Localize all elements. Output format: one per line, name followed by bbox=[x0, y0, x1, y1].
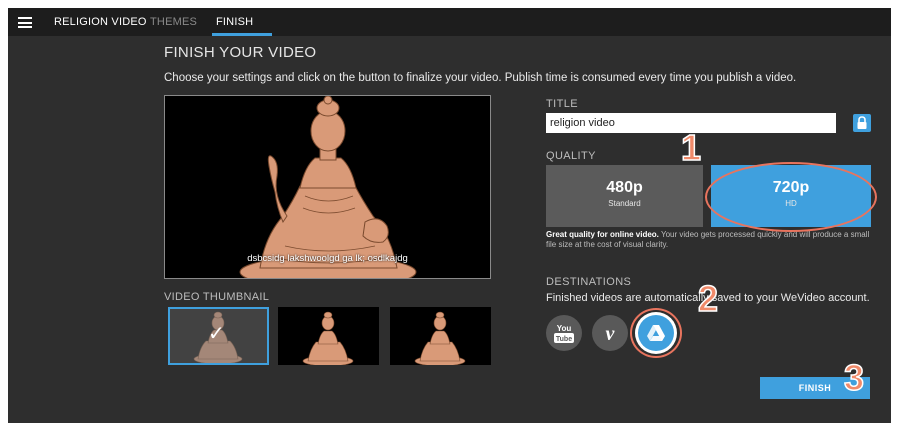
quality-description: Great quality for online video. Your vid… bbox=[546, 230, 876, 250]
tab-themes[interactable]: THEMES bbox=[150, 8, 197, 36]
annotation-number-2: 2 bbox=[697, 278, 719, 319]
thumbnail-option-2[interactable] bbox=[278, 307, 379, 365]
quality-label: QUALITY bbox=[546, 150, 596, 162]
vimeo-logo: v bbox=[606, 323, 616, 345]
thumbnail-option-3[interactable] bbox=[390, 307, 491, 365]
project-name[interactable]: RELIGION VIDEO bbox=[54, 8, 147, 36]
annotation-number-3: 3 bbox=[843, 357, 865, 398]
quality-480p-button[interactable]: 480p Standard bbox=[546, 165, 703, 227]
video-preview[interactable]: dsbcsidg lakshwoolgd ga lk; osdlkajdg bbox=[164, 95, 491, 279]
annotation-circle-quality bbox=[705, 162, 877, 232]
quality-480p-sublabel: Standard bbox=[608, 199, 641, 208]
page-description: Choose your settings and click on the bu… bbox=[164, 72, 797, 84]
top-navigation-bar: RELIGION VIDEO THEMES FINISH bbox=[8, 8, 891, 36]
buddha-image bbox=[239, 96, 417, 278]
video-caption: dsbcsidg lakshwoolgd ga lk; osdlkajdg bbox=[247, 253, 408, 264]
title-label: TITLE bbox=[546, 98, 578, 110]
destinations-label: DESTINATIONS bbox=[546, 276, 632, 288]
annotation-number-1: 1 bbox=[680, 127, 702, 168]
quality-description-bold: Great quality for online video. bbox=[546, 230, 659, 239]
lock-icon bbox=[857, 116, 867, 129]
vimeo-icon[interactable]: v bbox=[592, 315, 628, 351]
hamburger-menu-icon[interactable] bbox=[18, 17, 32, 28]
annotation-circle-drive bbox=[630, 308, 682, 358]
page-title: FINISH YOUR VIDEO bbox=[164, 44, 317, 61]
app-window: RELIGION VIDEO THEMES FINISH FINISH YOUR… bbox=[0, 0, 899, 423]
tab-finish[interactable]: FINISH bbox=[216, 8, 253, 36]
checkmark-icon: ✓ bbox=[208, 323, 225, 345]
thumbnail-option-1[interactable]: ✓ bbox=[168, 307, 269, 365]
youtube-text-top: You bbox=[557, 324, 572, 333]
vimeo-text: v bbox=[606, 323, 616, 345]
thumbnail-image bbox=[414, 311, 466, 365]
lock-button[interactable] bbox=[853, 114, 871, 132]
video-thumbnail-label: VIDEO THUMBNAIL bbox=[164, 291, 270, 303]
thumbnail-image bbox=[302, 311, 354, 365]
quality-480p-label: 480p bbox=[606, 179, 643, 196]
youtube-text-bottom: Tube bbox=[556, 336, 572, 343]
finish-panel: FINISH YOUR VIDEO Choose your settings a… bbox=[8, 36, 891, 423]
youtube-icon[interactable]: You Tube bbox=[546, 315, 582, 351]
youtube-logo: You Tube bbox=[554, 324, 574, 343]
